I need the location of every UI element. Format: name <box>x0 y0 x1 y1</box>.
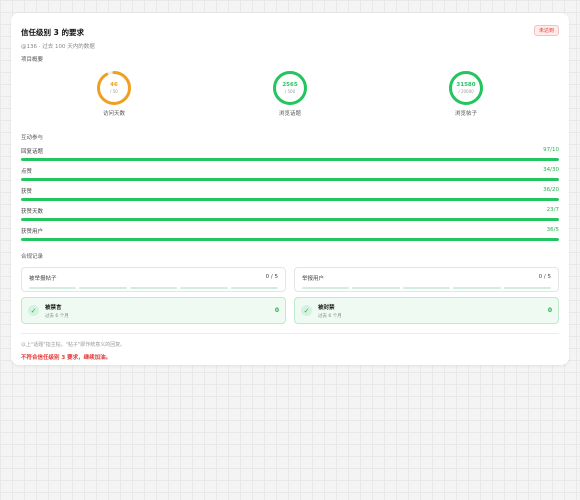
ring-label: 访问天数 <box>102 111 125 117</box>
status-title: 被封禁 <box>318 304 335 311</box>
progress-value: 23/7 <box>546 207 559 213</box>
progress-track <box>21 218 559 221</box>
report-label: 举报用户 <box>302 276 325 282</box>
status-count: 0 <box>547 307 552 314</box>
ring-max: / 50 <box>110 89 118 94</box>
compliance-label: 合规记录 <box>21 254 44 260</box>
card-header: 信任级别 3 的要求 @136 · 过去 100 天内的数据 未达到 <box>21 25 559 55</box>
ring-max: / 500 <box>284 89 296 94</box>
progress-row: 回复话题 97/10 <box>21 147 559 161</box>
requirements-card: 信任级别 3 的要求 @136 · 过去 100 天内的数据 未达到 项目概要 … <box>11 13 569 365</box>
report-value: 0 / 5 <box>265 274 278 280</box>
page-subtitle: @136 · 过去 100 天内的数据 <box>21 44 95 50</box>
report-label: 被举报帖子 <box>29 276 57 282</box>
report-segments <box>29 287 279 289</box>
progress-label: 点赞 <box>21 169 33 175</box>
page-title: 信任级别 3 的要求 <box>21 28 84 37</box>
ring-value: 31580 <box>456 82 476 88</box>
progress-track <box>21 158 559 161</box>
progress-track <box>21 198 559 201</box>
reported-users-box: 举报用户 0 / 5 <box>294 267 559 292</box>
progress-label: 获赞 <box>21 189 33 195</box>
progress-fill <box>21 218 559 221</box>
ring-topics: 2565 / 500 浏览话题 <box>265 70 315 122</box>
progress-row: 获赞 36/20 <box>21 187 559 201</box>
progress-fill <box>21 178 559 181</box>
engagement-section: 互动参与 回复话题 97/10 点赞 34/30 获赞 36/20 获赞天数 23/7 … <box>21 133 559 241</box>
progress-row: 获赞天数 23/7 <box>21 207 559 221</box>
progress-value: 34/30 <box>543 167 559 173</box>
divider <box>21 333 559 334</box>
progress-label: 回复话题 <box>21 149 44 155</box>
status-badge: 未达到 <box>533 25 559 36</box>
progress-fill <box>21 198 559 201</box>
progress-row: 获赞用户 36/5 <box>21 227 559 241</box>
progress-value: 36/20 <box>543 187 559 193</box>
ring-label: 浏览帖子 <box>454 111 477 117</box>
result-message: 不符合信任级别 3 要求，继续加油。 <box>21 355 112 361</box>
ring-posts: 31580 / 20000 浏览帖子 <box>441 70 491 122</box>
reported-posts-box: 被举报帖子 0 / 5 <box>21 267 286 292</box>
progress-label: 获赞用户 <box>21 229 44 235</box>
engagement-label: 互动参与 <box>21 135 44 141</box>
ring-gauge <box>449 71 483 105</box>
progress-track <box>21 178 559 181</box>
suspended-box: ✓ 被封禁 过去 6 个月 0 <box>294 297 559 324</box>
report-value: 0 / 5 <box>538 274 551 280</box>
ring-value: 46 <box>110 82 118 88</box>
ring-visits: 46 / 50 访问天数 <box>89 70 139 122</box>
ring-gauge <box>97 71 131 105</box>
ring-label: 浏览话题 <box>278 111 301 117</box>
status-count: 0 <box>274 307 279 314</box>
ring-max: / 20000 <box>458 89 474 94</box>
check-icon: ✓ <box>301 305 312 316</box>
report-segments <box>302 287 552 289</box>
status-title: 被禁言 <box>45 304 62 311</box>
overview-rings: 46 / 50 访问天数 2565 / 500 浏览话题 31580 / 200… <box>21 70 559 122</box>
progress-value: 36/5 <box>546 227 559 233</box>
progress-row: 点赞 34/30 <box>21 167 559 181</box>
progress-label: 获赞天数 <box>21 209 44 215</box>
progress-value: 97/10 <box>543 147 559 153</box>
ring-value: 2565 <box>282 82 298 88</box>
ring-gauge <box>273 71 307 105</box>
check-icon: ✓ <box>28 305 39 316</box>
progress-track <box>21 238 559 241</box>
progress-fill <box>21 158 559 161</box>
status-sub: 过去 6 个月 <box>45 313 69 319</box>
footer-note: 以上"话题"指主帖，"帖子"即作统意义的回复。 <box>21 342 126 348</box>
progress-fill <box>21 238 559 241</box>
status-row: ✓ 被禁言 过去 6 个月 0 ✓ 被封禁 过去 6 个月 0 <box>21 297 559 324</box>
status-sub: 过去 6 个月 <box>318 313 342 319</box>
silenced-box: ✓ 被禁言 过去 6 个月 0 <box>21 297 286 324</box>
report-row: 被举报帖子 0 / 5 举报用户 0 / 5 <box>21 267 559 292</box>
overview-label: 项目概要 <box>21 57 44 63</box>
